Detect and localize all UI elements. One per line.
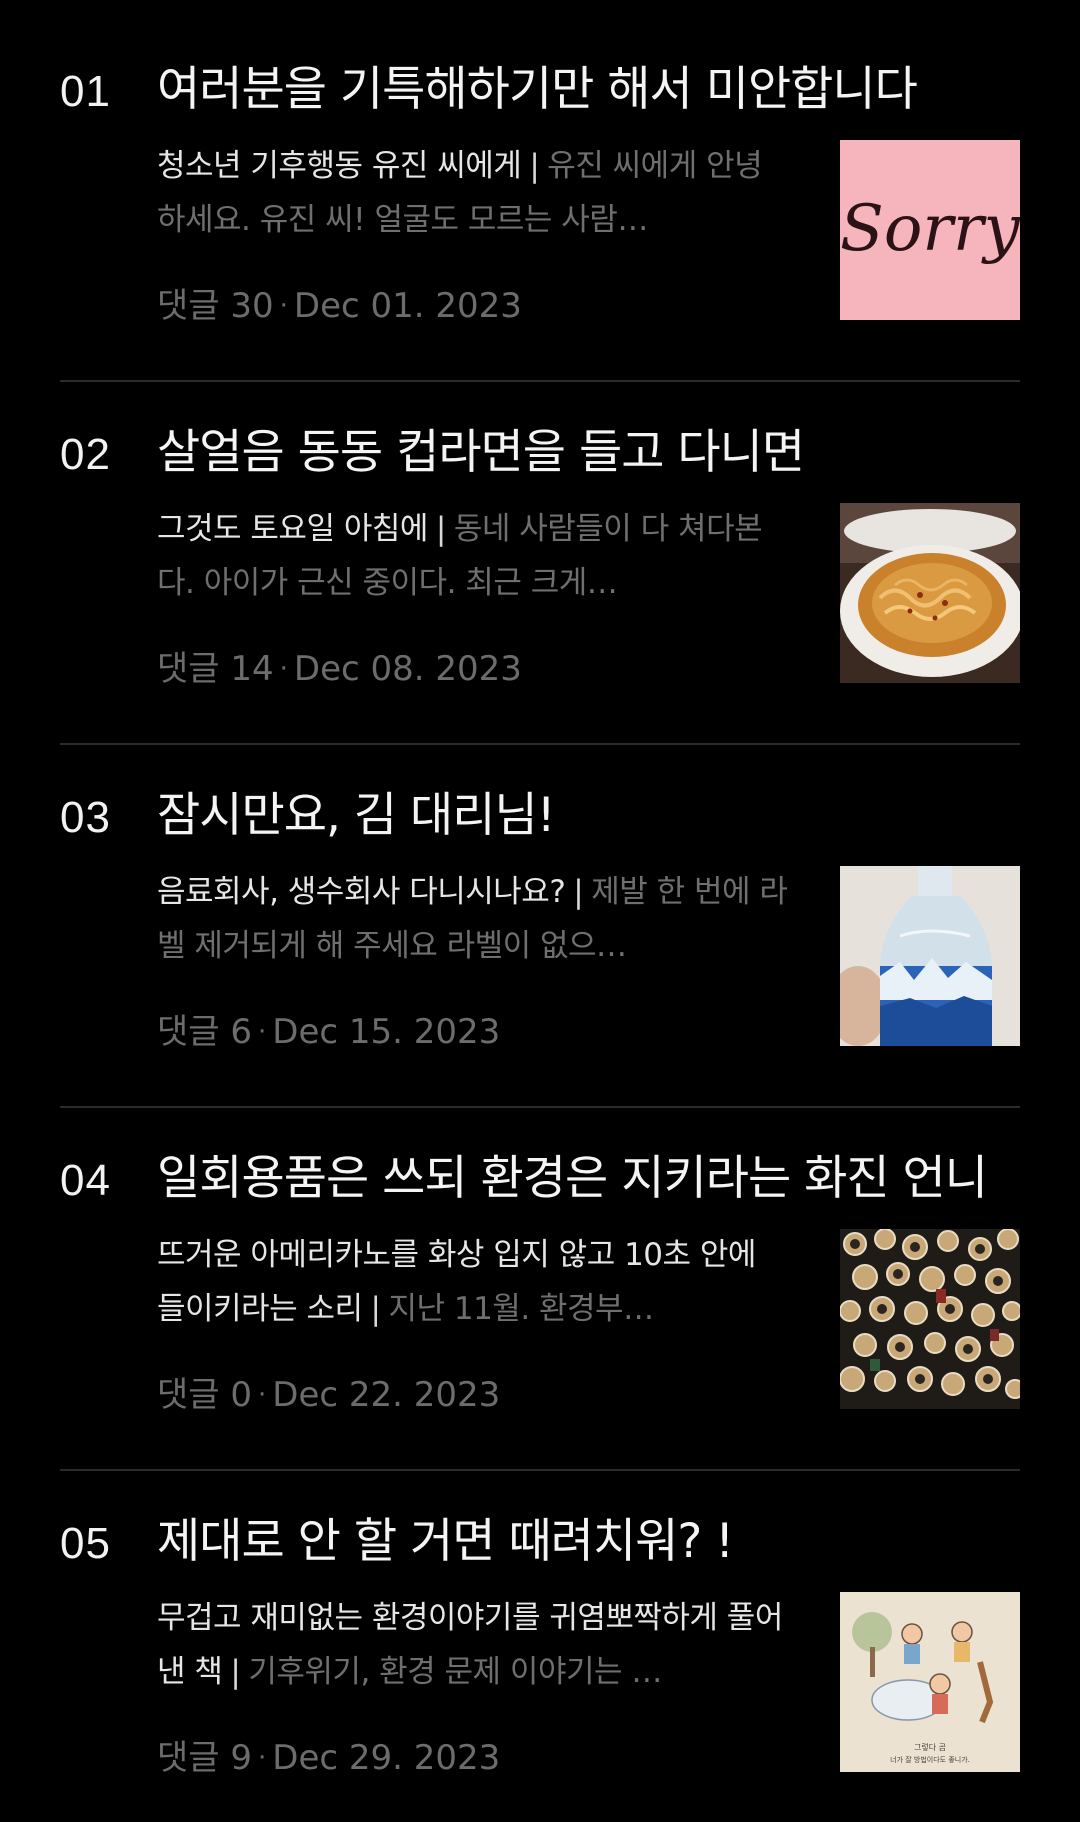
article-thumbnail[interactable]: Sorry <box>840 140 1020 320</box>
article-rank: 02 <box>60 430 111 479</box>
subtitle-separator: | <box>529 148 540 184</box>
article-item-04[interactable]: 04 일회용품은 쓰되 환경은 지키라는 화진 언니 뜨거운 아메리카노를 화상… <box>0 1089 1080 1471</box>
paper-cups-thumbnail-image <box>840 1229 1020 1409</box>
article-thumbnail[interactable] <box>840 1229 1020 1409</box>
article-subtitle: 청소년 기후행동 유진 씨에게 <box>157 148 522 184</box>
meta-dot: · <box>258 1743 267 1773</box>
sorry-thumbnail-image: Sorry <box>840 140 1020 320</box>
subtitle-separator: | <box>435 511 446 547</box>
article-excerpt: 뜨거운 아메리카노를 화상 입지 않고 10초 안에 들이키라는 소리 | 지난 1… <box>157 1228 789 1338</box>
article-date: Dec 29. 2023 <box>272 1738 501 1778</box>
book-illustration-thumbnail-image: 그렇다 곰 너가 잘 방법이다도 좋니가. <box>840 1592 1020 1772</box>
article-excerpt: 그것도 토요일 아침에 | 동네 사람들이 다 쳐다본다. 아이가 근신 중이다. … <box>157 502 789 612</box>
article-item-03[interactable]: 03 잠시만요, 김 대리님! 음료회사, 생수회사 다니시나요? | 제발 한 번… <box>0 726 1080 1108</box>
article-rank: 03 <box>60 793 111 842</box>
thumbnail-caption-1: 그렇다 곰 <box>914 1742 946 1752</box>
article-title[interactable]: 여러분을 기특해하기만 해서 미안합니다 <box>157 58 1037 122</box>
subtitle-separator: | <box>230 1654 241 1690</box>
meta-dot: · <box>258 1017 267 1047</box>
meta-dot: · <box>258 1380 267 1410</box>
article-subtitle: 음료회사, 생수회사 다니시나요? <box>157 874 566 910</box>
article-list: 01 여러분을 기특해하기만 해서 미안합니다 청소년 기후행동 유진 씨에게 |… <box>0 0 1080 1822</box>
article-meta: 댓글 0 · Dec 22. 2023 <box>157 1375 500 1418</box>
article-meta: 댓글 6 · Dec 15. 2023 <box>157 1012 500 1055</box>
article-date: Dec 08. 2023 <box>293 649 522 689</box>
article-excerpt: 청소년 기후행동 유진 씨에게 | 유진 씨에게 안녕하세요. 유진 씨! 얼굴도 … <box>157 139 789 249</box>
article-subtitle: 그것도 토요일 아침에 <box>157 511 428 547</box>
article-item-01[interactable]: 01 여러분을 기특해하기만 해서 미안합니다 청소년 기후행동 유진 씨에게 |… <box>0 0 1080 382</box>
article-excerpt-text: 지난 11월. 환경부… <box>388 1291 654 1327</box>
thumbnail-sorry-text: Sorry <box>840 192 1020 266</box>
thumbnail-caption-2: 너가 잘 방법이다도 좋니가. <box>890 1755 970 1764</box>
article-rank: 04 <box>60 1156 111 1205</box>
article-thumbnail[interactable] <box>840 503 1020 683</box>
cup-noodle-thumbnail-image <box>840 503 1020 683</box>
comment-count: 댓글 30 <box>157 286 274 326</box>
article-date: Dec 15. 2023 <box>272 1012 501 1052</box>
water-bottle-thumbnail-image <box>840 866 1020 1046</box>
article-excerpt: 음료회사, 생수회사 다니시나요? | 제발 한 번에 라벨 제거되게 해 주세요 … <box>157 865 789 975</box>
subtitle-separator: | <box>370 1291 381 1327</box>
article-title[interactable]: 잠시만요, 김 대리님! <box>157 784 1037 848</box>
article-meta: 댓글 9 · Dec 29. 2023 <box>157 1738 500 1781</box>
comment-count: 댓글 9 <box>157 1738 252 1778</box>
article-title[interactable]: 제대로 안 할 거면 때려치워? ! <box>157 1510 1037 1574</box>
comment-count: 댓글 6 <box>157 1012 252 1052</box>
article-excerpt: 무겁고 재미없는 환경이야기를 귀염뽀짝하게 풀어낸 책 | 기후위기, 환경 문제… <box>157 1591 789 1701</box>
article-thumbnail[interactable]: 그렇다 곰 너가 잘 방법이다도 좋니가. <box>840 1592 1020 1772</box>
meta-dot: · <box>279 291 288 321</box>
article-item-02[interactable]: 02 살얼음 동동 컵라면을 들고 다니면 그것도 토요일 아침에 | 동네 사람들… <box>0 363 1080 745</box>
article-rank: 05 <box>60 1519 111 1568</box>
comment-count: 댓글 14 <box>157 649 274 689</box>
article-meta: 댓글 30 · Dec 01. 2023 <box>157 286 522 329</box>
article-title[interactable]: 살얼음 동동 컵라면을 들고 다니면 <box>157 421 1037 485</box>
article-excerpt-text: 기후위기, 환경 문제 이야기는 … <box>248 1654 662 1690</box>
article-date: Dec 01. 2023 <box>293 286 522 326</box>
article-title[interactable]: 일회용품은 쓰되 환경은 지키라는 화진 언니 <box>157 1147 1037 1211</box>
article-date: Dec 22. 2023 <box>272 1375 501 1415</box>
meta-dot: · <box>279 654 288 684</box>
comment-count: 댓글 0 <box>157 1375 252 1415</box>
subtitle-separator: | <box>573 874 584 910</box>
article-meta: 댓글 14 · Dec 08. 2023 <box>157 649 522 692</box>
article-rank: 01 <box>60 67 111 116</box>
article-item-05[interactable]: 05 제대로 안 할 거면 때려치워? ! 무겁고 재미없는 환경이야기를 귀염… <box>0 1452 1080 1815</box>
article-thumbnail[interactable] <box>840 866 1020 1046</box>
